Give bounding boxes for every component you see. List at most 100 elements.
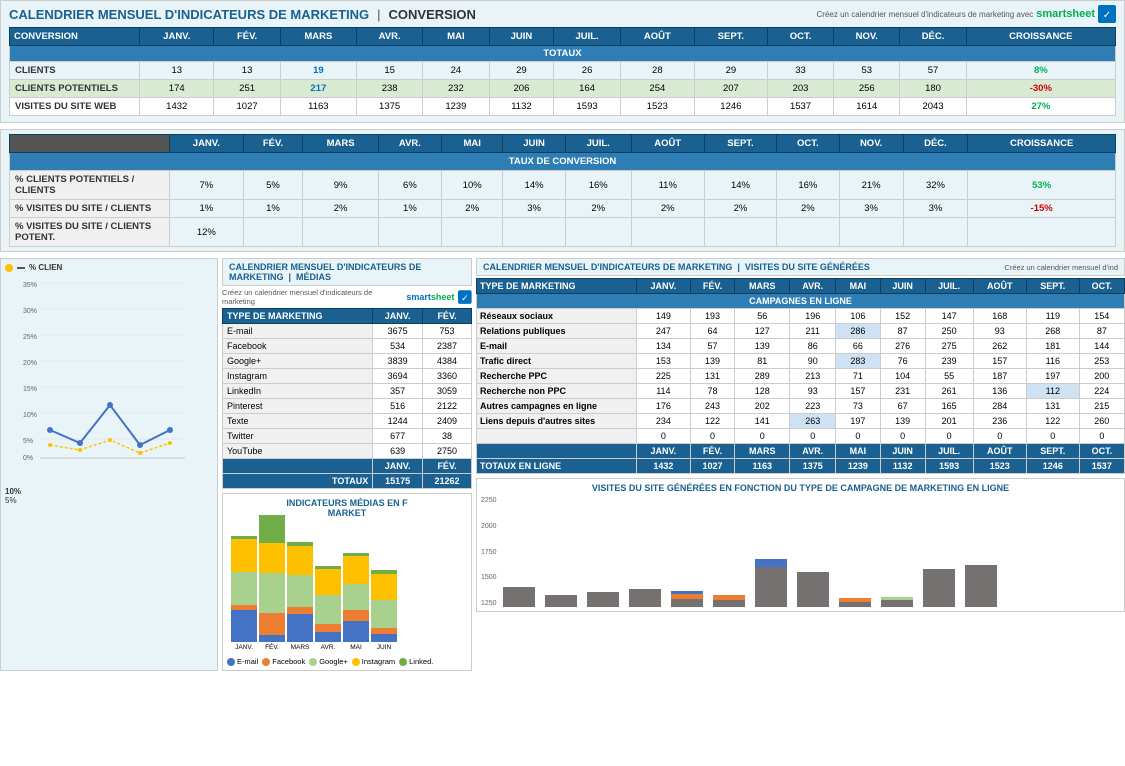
table-row: Texte 1244 2409	[223, 414, 472, 429]
sv-col-janv: JANV.	[637, 279, 691, 294]
cell: 28	[620, 62, 694, 80]
smartsheet-logo: smartsheet	[1036, 8, 1095, 20]
table-row: CLIENTS 13 13 19 15 24 29 26 28 29 33 53…	[10, 62, 1116, 80]
cell: 29	[489, 62, 554, 80]
bar-segment-email	[287, 614, 313, 642]
bottom-bar-janv	[503, 497, 535, 607]
sv-smartsheet: Créez un calendrier mensuel d'ind	[1004, 263, 1118, 272]
cell-growth: -15%	[968, 200, 1116, 218]
lower-row: % CLIEN 35% 30% 25% 20% 15% 10% 5% 0%	[0, 258, 1125, 671]
bottom-bar-avr	[629, 497, 661, 607]
table-row: Liens depuis d'autres sites 234122141263…	[477, 414, 1125, 429]
smartsheet-link-text: Créez un calendrier mensuel d'indicateur…	[817, 10, 1034, 19]
table-row: Facebook 534 2387	[223, 339, 472, 354]
table-row: E-mail 1345713986 66276275262 181144	[477, 339, 1125, 354]
sv-totaux-row: TOTAUX EN LIGNE 1432 1027 1163 1375 1239…	[477, 459, 1125, 474]
cell: 1375	[356, 98, 422, 116]
cell: 1%	[378, 200, 441, 218]
table-row: 0000 0000 00	[477, 429, 1125, 444]
table-row: Pinterest 516 2122	[223, 399, 472, 414]
page-title: CALENDRIER MENSUEL D'INDICATEURS DE MARK…	[9, 7, 476, 22]
table-row: % VISITES DU SITE / CLIENTS POTENT. 12%	[10, 218, 1116, 247]
table-row: % VISITES DU SITE / CLIENTS 1% 1% 2% 1% …	[10, 200, 1116, 218]
cell	[243, 218, 303, 247]
media-col-headers2: JANV. FÉV.	[223, 459, 472, 474]
cell: 1614	[834, 98, 900, 116]
media-title-bar: CALENDRIER MENSUEL D'INDICATEURS DE MARK…	[222, 258, 472, 286]
cr-col-nov: NOV.	[839, 135, 903, 153]
bottom-bar-dec	[965, 497, 997, 607]
sv-col-mars: MARS	[735, 279, 790, 294]
bottom-chart-area: 2250 2000 1750 1500 1250	[481, 497, 1120, 607]
bar-segment-email	[231, 610, 257, 642]
cell: 26	[554, 62, 620, 80]
cell: 2%	[631, 200, 704, 218]
bar-col-mai	[343, 553, 369, 642]
bottom-bar-fev	[545, 497, 577, 607]
cell: 1027	[214, 98, 280, 116]
line-chart-panel: % CLIEN 35% 30% 25% 20% 15% 10% 5% 0%	[0, 258, 218, 671]
bar-segment-email	[259, 635, 285, 642]
bottom-bar-oct	[881, 497, 913, 607]
cell-growth: 53%	[968, 171, 1116, 200]
cell: 29	[694, 62, 767, 80]
cell: 1246	[694, 98, 767, 116]
cell: 207	[694, 80, 767, 98]
table-row: Réseaux sociaux 14919356196 106152147168…	[477, 309, 1125, 324]
cell: 2%	[442, 200, 503, 218]
bottom-bar-juin	[713, 497, 745, 607]
cell: 251	[214, 80, 280, 98]
table-row: Trafic direct 1531398190 28376239157 116…	[477, 354, 1125, 369]
cell	[704, 218, 776, 247]
svg-text:20%: 20%	[23, 360, 37, 367]
col-header-janv: JANV.	[140, 28, 214, 46]
col-header-fev: FÉV.	[214, 28, 280, 46]
site-visits-panel: CALENDRIER MENSUEL D'INDICATEURS DE MARK…	[476, 258, 1125, 671]
line-chart-title: % CLIEN	[29, 263, 62, 272]
sv-col-aout: AOÛT	[973, 279, 1026, 294]
cell: 1537	[767, 98, 833, 116]
bottom-bar-aout	[797, 497, 829, 607]
table-row: VISITES DU SITE WEB 1432 1027 1163 1375 …	[10, 98, 1116, 116]
sv-col-fev: FÉV.	[690, 279, 734, 294]
sv-online-header: CAMPAGNES EN LIGNE	[477, 294, 1125, 309]
cell: 15	[356, 62, 422, 80]
bar-col-juin	[371, 570, 397, 642]
table-row: E-mail 3675 753	[223, 324, 472, 339]
bar-segment-email	[371, 634, 397, 642]
sv-col-juin: JUIN	[880, 279, 925, 294]
col-header-mars: MARS	[280, 28, 356, 46]
cell: 164	[554, 80, 620, 98]
cell: 13	[214, 62, 280, 80]
table-row: Recherche non PPC 1147812893 15723126113…	[477, 384, 1125, 399]
y-axis: 2250 2000 1750 1500 1250	[481, 497, 499, 607]
cell: 2043	[900, 98, 966, 116]
line-chart-pct2: 5%	[5, 496, 213, 505]
cell	[503, 218, 566, 247]
bar-segment-fb	[287, 607, 313, 614]
cell-growth: 27%	[966, 98, 1115, 116]
bar-segment-gplus	[287, 575, 313, 607]
cell: 1163	[280, 98, 356, 116]
table-row: Google+ 3839 4384	[223, 354, 472, 369]
cell: 6%	[378, 171, 441, 200]
cell: 1%	[170, 200, 244, 218]
bottom-bar-sept	[839, 497, 871, 607]
cell: 2%	[565, 200, 631, 218]
media-bar-chart: INDICATEURS MÉDIAS EN FMARKET	[222, 493, 472, 671]
svg-text:15%: 15%	[23, 386, 37, 393]
line-chart-svg: 35% 30% 25% 20% 15% 10% 5% 0%	[5, 275, 190, 465]
bottom-chart-title: VISITES DU SITE GÉNÉRÉES EN FONCTION DU …	[481, 483, 1120, 493]
table-row: YouTube 639 2750	[223, 444, 472, 459]
bar-segment-instagram	[259, 543, 285, 573]
cell: 217	[280, 80, 356, 98]
bar-segment-gplus	[231, 572, 257, 605]
bottom-bar-section: VISITES DU SITE GÉNÉRÉES EN FONCTION DU …	[476, 478, 1125, 612]
cr-row2-label: % VISITES DU SITE / CLIENTS	[10, 200, 170, 218]
line-chart-pct1: 10%	[5, 487, 213, 496]
cell: 206	[489, 80, 554, 98]
bottom-bar-juil	[755, 497, 787, 607]
svg-text:30%: 30%	[23, 308, 37, 315]
smartsheet-icon: ✓	[1098, 5, 1116, 23]
table-row: LinkedIn 357 3059	[223, 384, 472, 399]
